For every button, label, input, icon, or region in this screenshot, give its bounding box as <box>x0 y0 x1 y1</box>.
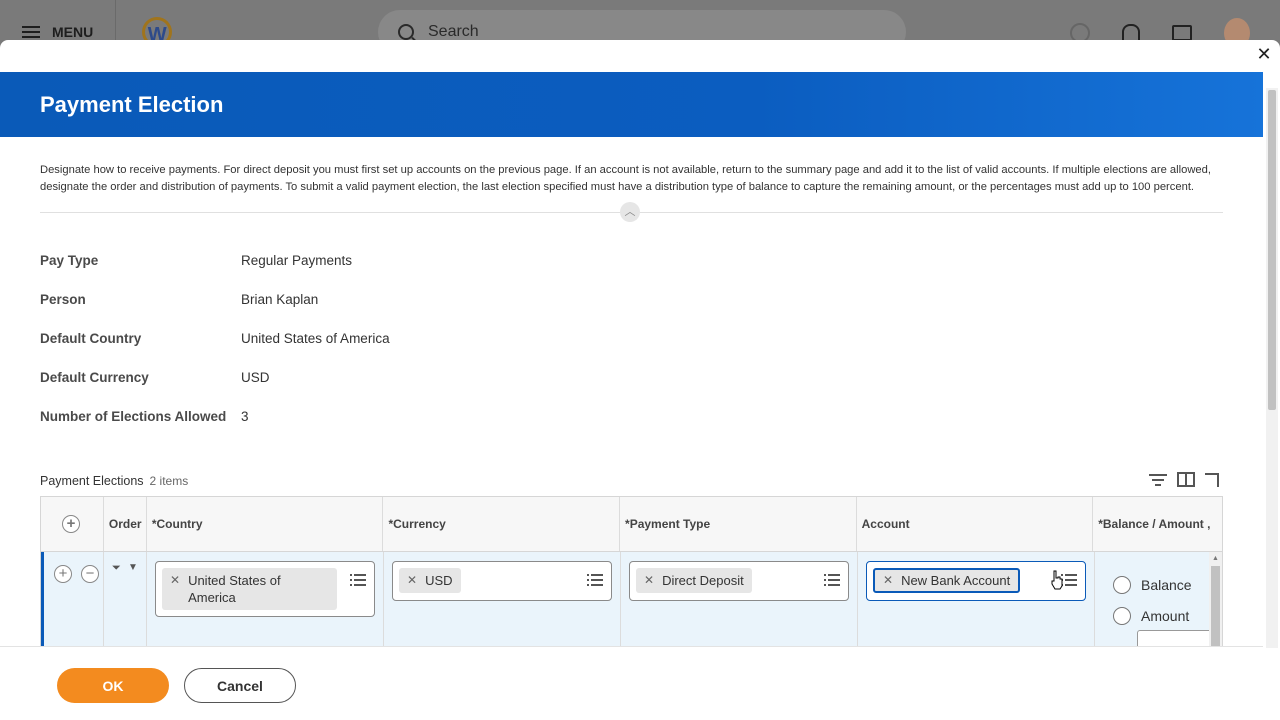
payment-type-cell: ✕ Direct Deposit <box>621 552 858 647</box>
inbox-icon[interactable] <box>1172 25 1192 41</box>
field-elections-allowed: Number of Elections Allowed 3 <box>40 409 1223 448</box>
remove-payment-type-icon[interactable]: ✕ <box>644 572 654 589</box>
grid-title-text: Payment Elections <box>40 474 144 488</box>
account-cell: ✕ New Bank Account <box>858 552 1095 647</box>
search-placeholder: Search <box>428 23 479 40</box>
currency-prompt[interactable]: ✕ USD <box>392 561 612 601</box>
remove-country-icon[interactable]: ✕ <box>170 572 180 589</box>
account-value: New Bank Account <box>901 573 1011 588</box>
field-default-currency: Default Currency USD <box>40 370 1223 409</box>
column-header-order[interactable]: Order <box>104 497 147 551</box>
table-row: + − ⏷ ▼ ✕ United States of America ✕ USD… <box>41 552 1222 647</box>
column-header-balance-amount[interactable]: *Balance / Amount , <box>1093 497 1222 551</box>
currency-cell: ✕ USD <box>384 552 621 647</box>
field-default-country: Default Country United States of America <box>40 331 1223 370</box>
grid-scrollbar[interactable]: ▲ <box>1209 552 1222 647</box>
field-value: Brian Kaplan <box>241 292 319 307</box>
payment-elections-header: Payment Elections 2 items <box>40 472 1223 496</box>
field-label: Person <box>40 292 86 307</box>
hamburger-icon <box>22 26 40 38</box>
scroll-up-arrow-icon[interactable]: ▲ <box>1212 555 1219 562</box>
column-header-payment-type[interactable]: *Payment Type <box>620 497 857 551</box>
move-to-bottom-icon[interactable]: ⏷ <box>112 562 121 575</box>
grid-header-row: + Order *Country *Currency *Payment Type… <box>41 497 1222 552</box>
modal-scrollbar[interactable] <box>1266 88 1278 648</box>
columns-icon[interactable] <box>1177 472 1195 487</box>
menu-label: MENU <box>52 24 94 40</box>
remove-account-icon[interactable]: ✕ <box>883 572 893 589</box>
field-value: USD <box>241 370 270 385</box>
modal-banner: Payment Election <box>0 72 1263 137</box>
amount-label: Amount <box>1141 608 1190 624</box>
country-cell: ✕ United States of America <box>147 552 384 647</box>
modal-footer: OK Cancel <box>0 646 1263 720</box>
balance-amount-cell: Balance Amount <box>1095 552 1221 647</box>
hand-cursor-icon <box>1051 570 1063 590</box>
modal-content: Designate how to receive payments. For d… <box>40 162 1223 448</box>
ok-button[interactable]: OK <box>57 668 169 703</box>
field-person: Person Brian Kaplan <box>40 292 1223 331</box>
remove-row-minus-icon[interactable]: − <box>81 565 99 583</box>
currency-list-icon[interactable] <box>587 574 603 586</box>
grid-scrollbar-thumb[interactable] <box>1211 566 1220 647</box>
payment-elections-grid: + Order *Country *Currency *Payment Type… <box>40 496 1223 648</box>
modal-scrollbar-thumb[interactable] <box>1268 90 1276 410</box>
column-header-currency[interactable]: *Currency <box>383 497 621 551</box>
column-add: + <box>41 497 104 551</box>
page-title: Payment Election <box>40 91 224 117</box>
close-icon[interactable]: ✕ <box>1256 45 1272 63</box>
field-value: 3 <box>241 409 249 424</box>
balance-radio-option[interactable]: Balance <box>1113 576 1192 594</box>
summary-fields: Pay Type Regular Payments Person Brian K… <box>40 253 1223 448</box>
amount-radio[interactable] <box>1113 607 1131 625</box>
add-row-plus-icon[interactable]: + <box>62 515 80 533</box>
balance-label: Balance <box>1141 577 1192 593</box>
instructions-text: Designate how to receive payments. For d… <box>40 164 1211 193</box>
amount-radio-option[interactable]: Amount <box>1113 607 1189 625</box>
move-down-icon[interactable]: ▼ <box>128 562 138 573</box>
country-value: United States of America <box>188 573 281 605</box>
column-header-account[interactable]: Account <box>857 497 1094 551</box>
payment-type-prompt[interactable]: ✕ Direct Deposit <box>629 561 849 601</box>
payment-type-value: Direct Deposit <box>662 573 744 588</box>
grid-title: Payment Elections 2 items <box>40 474 1223 488</box>
field-value: Regular Payments <box>241 253 353 268</box>
country-list-icon[interactable] <box>350 574 366 586</box>
payment-election-modal: ✕ Payment Election Designate how to rece… <box>0 40 1280 720</box>
field-label: Default Country <box>40 331 142 346</box>
grid-item-count: 2 items <box>149 474 189 488</box>
section-divider: ︿ <box>40 202 1223 222</box>
remove-currency-icon[interactable]: ✕ <box>407 572 417 589</box>
field-pay-type: Pay Type Regular Payments <box>40 253 1223 292</box>
grid-toolbar <box>1149 472 1219 487</box>
field-label: Default Currency <box>40 370 149 385</box>
currency-value: USD <box>425 573 453 588</box>
balance-radio[interactable] <box>1113 576 1131 594</box>
menu-button[interactable]: MENU <box>22 24 93 40</box>
currency-selected-pill: ✕ USD <box>399 568 461 593</box>
field-label: Pay Type <box>40 253 99 268</box>
search-icon <box>398 24 414 40</box>
field-value: United States of America <box>241 331 390 346</box>
country-selected-pill: ✕ United States of America <box>162 568 337 610</box>
payment-type-selected-pill: ✕ Direct Deposit <box>636 568 752 593</box>
filter-icon[interactable] <box>1149 473 1167 486</box>
fullscreen-icon[interactable] <box>1205 472 1219 487</box>
add-row-plus-icon[interactable]: + <box>54 565 72 583</box>
cancel-button[interactable]: Cancel <box>184 668 296 703</box>
column-header-country[interactable]: *Country <box>147 497 384 551</box>
account-selected-pill[interactable]: ✕ New Bank Account <box>873 568 1021 593</box>
field-label: Number of Elections Allowed <box>40 409 227 424</box>
order-cell: ⏷ ▼ <box>104 552 147 647</box>
row-actions-cell: + − <box>44 552 104 647</box>
payment-type-list-icon[interactable] <box>824 574 840 586</box>
country-prompt[interactable]: ✕ United States of America <box>155 561 375 617</box>
collapse-up-icon[interactable]: ︿ <box>620 202 640 222</box>
